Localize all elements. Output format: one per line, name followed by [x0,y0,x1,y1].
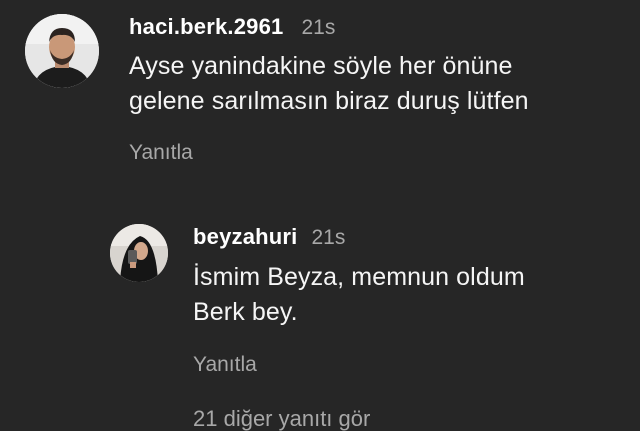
reply-button[interactable]: Yanıtla [129,141,193,165]
comment-username[interactable]: haci.berk.2961 [129,14,283,40]
comment-body: haci.berk.2961 21s Ayse yanindakine söyl… [129,14,629,165]
reply-timestamp: 21s [311,226,346,249]
comments-panel: haci.berk.2961 21s Ayse yanindakine söyl… [0,0,640,431]
avatar-image [110,224,168,282]
comment-text-line: Ayse yanindakine söyle her önüne [129,52,513,80]
reply-text-line: Berk bey. [193,298,298,326]
reply-text-line: İsmim Beyza, memnun oldum [193,263,525,291]
avatar[interactable] [110,224,168,282]
reply-button[interactable]: Yanıtla [193,353,257,377]
comment-text-line: gelene sarılmasın biraz duruş lütfen [129,87,529,115]
avatar-image [25,14,99,88]
comment: haci.berk.2961 21s Ayse yanindakine söyl… [25,14,629,165]
reply-comment: beyzahuri 21s İsmim Beyza, memnun oldum … [110,224,613,377]
reply-username[interactable]: beyzahuri [193,224,298,250]
comment-text: Ayse yanindakine söyle her önüne gelene … [129,49,629,119]
view-more-replies-button[interactable]: 21 diğer yanıtı gör [193,406,370,431]
comment-timestamp: 21s [301,16,336,39]
reply-text: İsmim Beyza, memnun oldum Berk bey. [193,260,613,330]
avatar[interactable] [25,14,99,88]
comment-body: beyzahuri 21s İsmim Beyza, memnun oldum … [193,224,613,377]
